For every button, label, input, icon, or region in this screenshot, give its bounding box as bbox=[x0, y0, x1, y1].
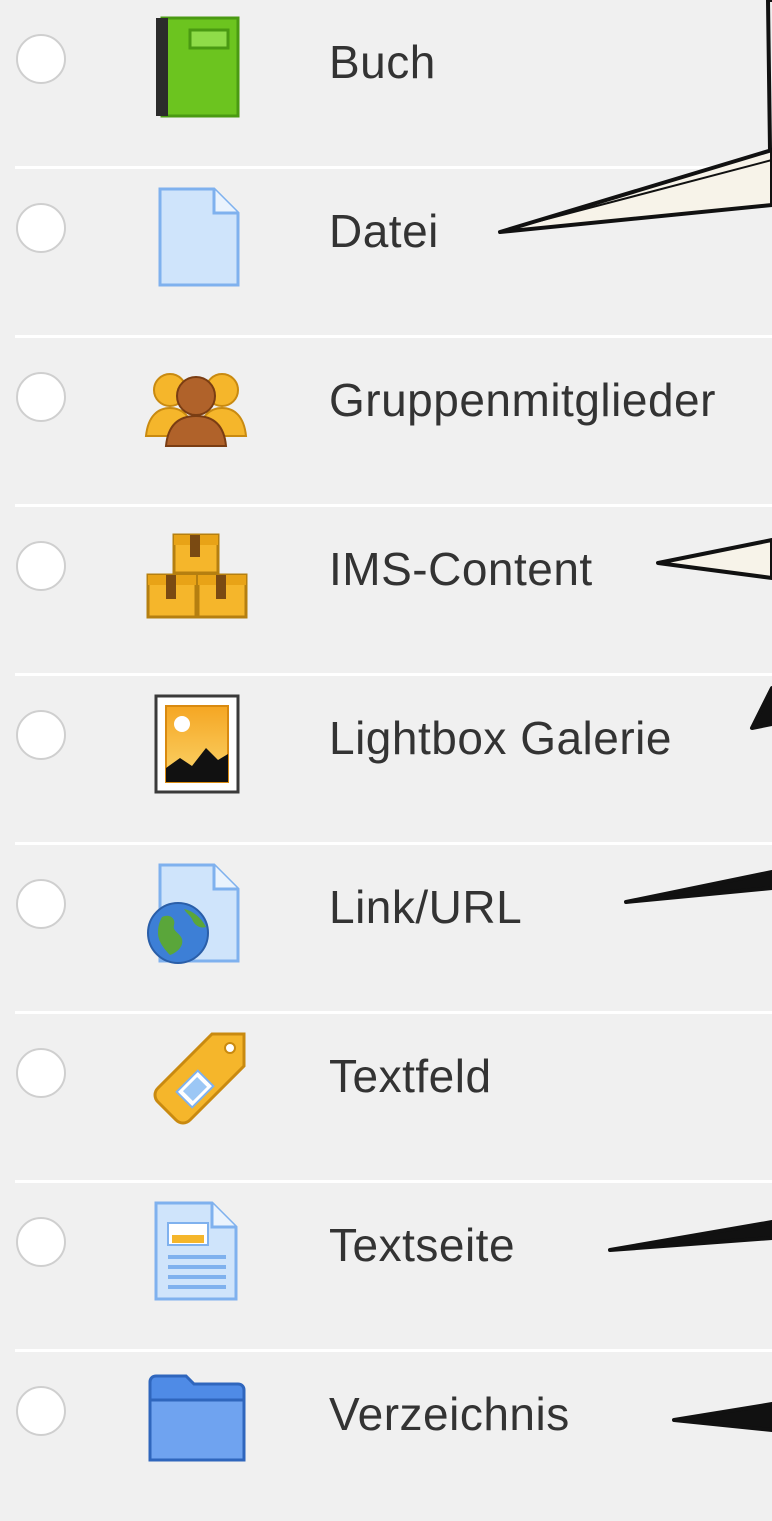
item-label: IMS-Content bbox=[329, 543, 593, 595]
url-globe-icon bbox=[140, 853, 252, 965]
radio-button[interactable] bbox=[16, 1217, 66, 1267]
item-label: Lightbox Galerie bbox=[329, 712, 672, 764]
item-label: Buch bbox=[329, 36, 436, 88]
group-members-icon bbox=[140, 346, 252, 458]
folder-icon bbox=[140, 1360, 252, 1472]
radio-button[interactable] bbox=[16, 34, 66, 84]
radio-button[interactable] bbox=[16, 372, 66, 422]
radio-button[interactable] bbox=[16, 203, 66, 253]
list-item-lightbox-galerie[interactable]: Lightbox Galerie bbox=[0, 676, 772, 845]
item-label: Textfeld bbox=[329, 1050, 492, 1102]
file-icon bbox=[140, 177, 252, 289]
ims-content-packages-icon bbox=[140, 515, 252, 627]
list-item-textseite[interactable]: Textseite bbox=[0, 1183, 772, 1352]
page-icon bbox=[140, 1191, 252, 1303]
item-label: Gruppenmitglieder bbox=[329, 374, 716, 426]
list-item-datei[interactable]: Datei bbox=[0, 169, 772, 338]
radio-button[interactable] bbox=[16, 879, 66, 929]
radio-button[interactable] bbox=[16, 1048, 66, 1098]
item-label: Link/URL bbox=[329, 881, 523, 933]
list-item-textfeld[interactable]: Textfeld bbox=[0, 1014, 772, 1183]
label-tag-icon bbox=[140, 1022, 252, 1134]
list-item-buch[interactable]: Buch bbox=[0, 0, 772, 169]
list-item-verzeichnis[interactable]: Verzeichnis bbox=[0, 1352, 772, 1521]
list-item-gruppenmitglieder[interactable]: Gruppenmitglieder bbox=[0, 338, 772, 507]
list-item-ims-content[interactable]: IMS-Content bbox=[0, 507, 772, 676]
book-icon bbox=[140, 8, 252, 120]
item-label: Textseite bbox=[329, 1219, 516, 1271]
image-gallery-icon bbox=[140, 684, 252, 796]
radio-button[interactable] bbox=[16, 541, 66, 591]
radio-button[interactable] bbox=[16, 1386, 66, 1436]
item-label: Datei bbox=[329, 205, 439, 257]
item-label: Verzeichnis bbox=[329, 1388, 570, 1440]
list-item-link-url[interactable]: Link/URL bbox=[0, 845, 772, 1014]
radio-button[interactable] bbox=[16, 710, 66, 760]
activity-list: Buch Datei Gruppenmitglieder IMS-Content… bbox=[0, 0, 772, 1462]
